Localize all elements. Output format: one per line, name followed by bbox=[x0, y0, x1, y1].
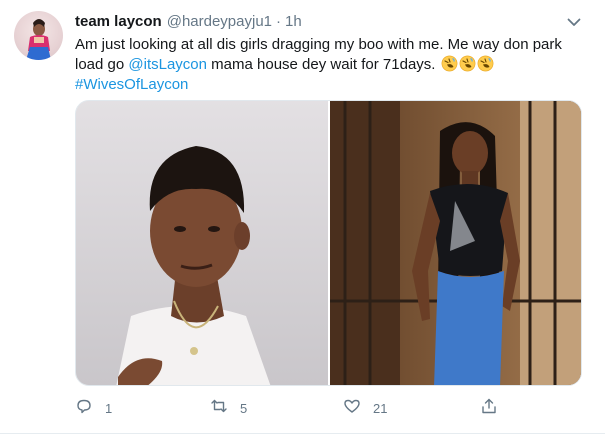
retweet-icon bbox=[210, 397, 228, 420]
tweet-actions: 1 5 21 bbox=[75, 395, 505, 421]
reply-icon bbox=[75, 397, 93, 420]
tweet[interactable]: team laycon @hardeypayju1 · 1h Am just l… bbox=[0, 0, 605, 436]
chevron-down-icon[interactable] bbox=[565, 13, 583, 31]
separator-dot: · bbox=[276, 12, 282, 30]
rolling-on-floor-laughing-icon bbox=[459, 55, 476, 72]
tweet-text-part-2: mama house dey wait for 71days. bbox=[207, 56, 440, 73]
heart-icon bbox=[343, 397, 361, 420]
share-button[interactable] bbox=[480, 395, 498, 421]
tweet-divider bbox=[0, 433, 605, 434]
tweet-header: team laycon @hardeypayju1 · 1h bbox=[75, 11, 302, 31]
like-count: 21 bbox=[373, 400, 388, 416]
tweet-media[interactable] bbox=[75, 100, 582, 386]
woman-portrait-photo[interactable] bbox=[330, 101, 581, 385]
rolling-on-floor-laughing-icon bbox=[441, 55, 458, 72]
rolling-on-floor-laughing-icon bbox=[477, 55, 494, 72]
reply-count: 1 bbox=[105, 400, 113, 416]
tweet-text: Am just looking at all dis girls draggin… bbox=[75, 35, 580, 95]
like-button[interactable]: 21 bbox=[343, 395, 387, 421]
user-handle[interactable]: @hardeypayju1 bbox=[167, 13, 272, 30]
share-icon bbox=[480, 397, 498, 420]
retweet-button[interactable]: 5 bbox=[210, 395, 247, 421]
mention-link[interactable]: @itsLaycon bbox=[128, 56, 207, 73]
man-portrait-photo[interactable] bbox=[76, 101, 328, 385]
reply-button[interactable]: 1 bbox=[75, 395, 112, 421]
hashtag-link[interactable]: #WivesOfLaycon bbox=[75, 76, 188, 93]
display-name[interactable]: team laycon bbox=[75, 13, 162, 30]
timestamp[interactable]: 1h bbox=[285, 13, 302, 30]
avatar[interactable] bbox=[14, 11, 63, 60]
retweet-count: 5 bbox=[240, 400, 248, 416]
